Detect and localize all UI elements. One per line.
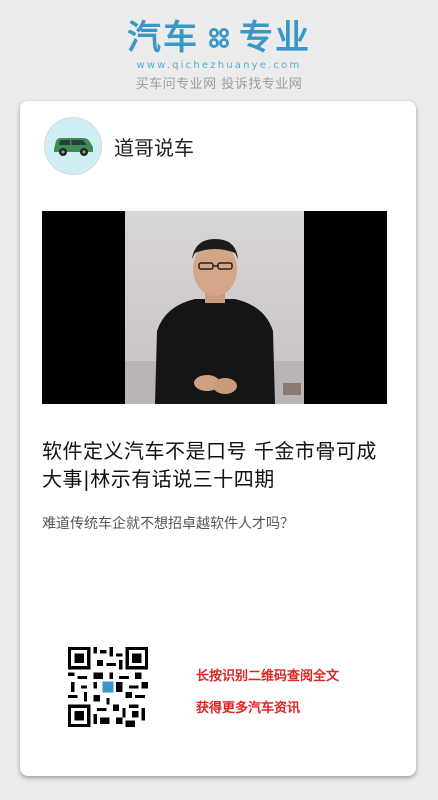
video-frame bbox=[125, 211, 304, 404]
gear-icon bbox=[209, 28, 229, 48]
article-subtitle: 难道传统车企就不想招卓越软件人才吗？ bbox=[42, 516, 294, 532]
qr-code[interactable] bbox=[68, 647, 148, 727]
brand-url: www.qichezhuanye.com bbox=[136, 60, 302, 71]
author-row[interactable]: 道哥说车 bbox=[44, 117, 194, 175]
video-player[interactable] bbox=[42, 211, 387, 404]
promo-line-1: 长按识别二维码查阅全文 bbox=[196, 669, 340, 684]
car-icon bbox=[54, 138, 93, 156]
author-name[interactable]: 道哥说车 bbox=[114, 132, 194, 161]
qr-code-icon bbox=[68, 647, 148, 727]
article-card[interactable]: 道哥说车 软件定义汽车不是口号 千金市骨可成大事|林示有话说三十四期 难道传统车… bbox=[20, 101, 416, 776]
brand-slogan: 买车问专业网 投诉找专业网 bbox=[135, 77, 303, 92]
presenter-image bbox=[125, 239, 304, 404]
promo-text: 长按识别二维码查阅全文 获得更多汽车资讯 bbox=[196, 661, 339, 725]
brand-header: 汽车 专业 www.qichezhuanye.com 买车问专业网 投诉找专业网 bbox=[0, 18, 438, 92]
brand-name-right: 专业 bbox=[239, 18, 311, 58]
avatar[interactable] bbox=[44, 117, 102, 175]
article-title[interactable]: 软件定义汽车不是口号 千金市骨可成大事|林示有话说三十四期 bbox=[42, 437, 392, 493]
brand-name-left: 汽车 bbox=[127, 18, 199, 58]
promo-line-2: 获得更多汽车资讯 bbox=[196, 701, 301, 716]
brand-logo: 汽车 专业 bbox=[0, 18, 438, 58]
